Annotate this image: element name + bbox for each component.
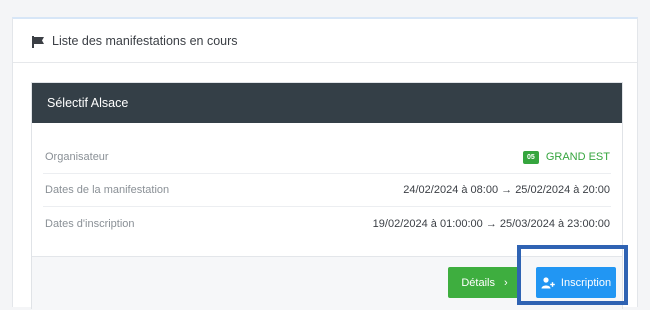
row-organisateur: Organisateur 05 GRAND EST xyxy=(43,141,611,174)
row-dates-manifestation: Dates de la manifestation 24/02/2024 à 0… xyxy=(43,174,611,207)
organisateur-badge: 05 xyxy=(523,150,539,164)
organisateur-name: GRAND EST xyxy=(545,151,610,163)
page: Liste des manifestations en cours Sélect… xyxy=(0,0,650,310)
highlight-box xyxy=(517,245,628,305)
panel-title: Liste des manifestations en cours xyxy=(52,33,238,48)
row-label: Dates de la manifestation xyxy=(45,184,170,196)
event-name: Sélectif Alsace xyxy=(32,83,622,123)
row-label: Organisateur xyxy=(45,151,109,163)
event-details: Organisateur 05 GRAND EST Dates de la ma… xyxy=(32,141,622,240)
dates-inscription-value: 19/02/2024 à 01:00:00 → 25/03/2024 à 23:… xyxy=(372,217,610,230)
details-label: Détails xyxy=(461,276,495,289)
chevron-right-icon: › xyxy=(503,276,508,289)
panel-header: Liste des manifestations en cours xyxy=(13,19,637,63)
row-dates-inscription: Dates d'inscription 19/02/2024 à 01:00:0… xyxy=(43,207,611,240)
row-label: Dates d'inscription xyxy=(45,217,135,230)
dates-manifestation-value: 24/02/2024 à 08:00 → 25/02/2024 à 20:00 xyxy=(403,184,610,196)
details-button[interactable]: Détails › xyxy=(448,267,521,298)
flag-icon xyxy=(32,35,46,48)
organisateur-value: 05 GRAND EST xyxy=(523,150,611,164)
